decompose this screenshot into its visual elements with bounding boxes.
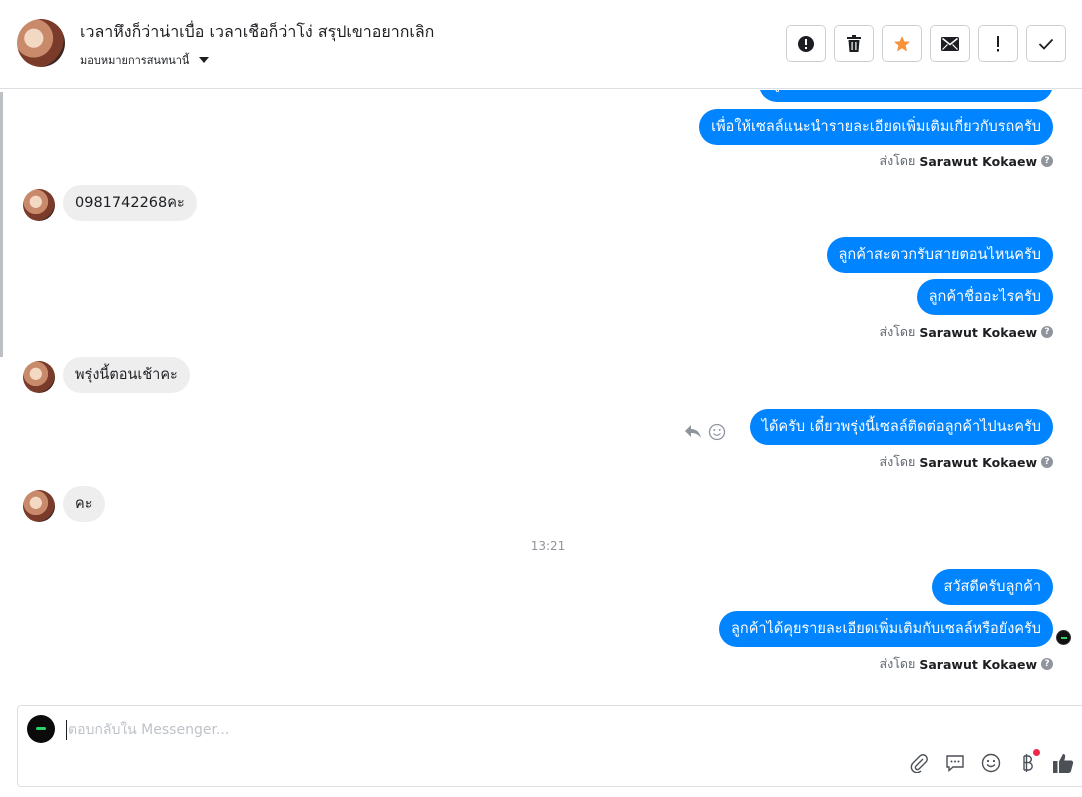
sent-by-prefix: ส่งโดย: [879, 153, 916, 168]
assign-conversation-dropdown[interactable]: มอบหมายการสนทนานี้: [80, 51, 210, 69]
conversation-toolbar: [786, 25, 1066, 62]
payment-button[interactable]: [1016, 749, 1040, 774]
sent-by-prefix: ส่งโดย: [879, 454, 916, 469]
sent-by-prefix: ส่งโดย: [879, 656, 916, 671]
sender-name: Sarawut Kokaew: [919, 454, 1037, 470]
spam-button[interactable]: [786, 25, 826, 62]
saved-reply-icon: [946, 755, 964, 773]
help-icon[interactable]: ?: [1041, 658, 1053, 670]
like-icon: [1053, 754, 1074, 773]
message-bubble-outgoing[interactable]: ลูกค้าชื่ออะไรครับ: [916, 279, 1053, 315]
sent-by-label: ส่งโดย Sarawut Kokaew ?: [879, 452, 1053, 472]
notification-dot: [1033, 749, 1040, 756]
conversation-title: เวลาหึงก็ว่าน่าเบื่อ เวลาเชือก็ว่าโง่ สร…: [80, 22, 435, 41]
sender-name: Sarawut Kokaew: [919, 153, 1037, 169]
mark-unread-button[interactable]: [930, 25, 970, 62]
react-emoji-icon[interactable]: [708, 423, 726, 441]
message-bubble-incoming[interactable]: 0981742268คะ: [63, 185, 197, 221]
trash-icon: [847, 34, 861, 52]
alert-icon: [798, 35, 814, 52]
page-avatar: [27, 715, 55, 743]
done-button[interactable]: [1026, 25, 1066, 62]
conversation-header: เวลาหึงก็ว่าน่าเบื่อ เวลาเชือก็ว่าโง่ สร…: [0, 0, 1082, 89]
attach-button[interactable]: [908, 752, 930, 774]
contact-avatar-small: [23, 490, 55, 522]
message-thread[interactable]: ลูกค้าสะดวกให้เซลล์ติดต่อกลับทางไหนครับ …: [0, 90, 1082, 702]
sent-by-label: ส่งโดย Sarawut Kokaew ?: [879, 322, 1053, 342]
message-actions: [684, 423, 726, 441]
delete-button[interactable]: [834, 25, 874, 62]
emoji-icon: [981, 753, 1001, 773]
time-separator: 13:21: [530, 539, 566, 553]
attach-icon: [910, 754, 928, 773]
sent-by-label: ส่งโดย Sarawut Kokaew ?: [879, 151, 1053, 171]
message-bubble-outgoing[interactable]: ลูกค้าสะดวกให้เซลล์ติดต่อกลับทางไหนครับ: [759, 90, 1053, 102]
message-bubble-incoming[interactable]: คะ: [63, 486, 105, 522]
sender-name: Sarawut Kokaew: [919, 656, 1037, 672]
messenger-inbox: เวลาหึงก็ว่าน่าเบื่อ เวลาเชือก็ว่าโง่ สร…: [0, 0, 1082, 797]
contact-avatar-small: [23, 189, 55, 221]
caret-down-icon: [199, 57, 210, 63]
contact-avatar-small: [23, 361, 55, 393]
sent-by-prefix: ส่งโดย: [879, 324, 916, 339]
exclamation-icon: [997, 35, 999, 51]
help-icon[interactable]: ?: [1041, 456, 1053, 468]
payment-icon: [1023, 754, 1033, 772]
like-button[interactable]: [1052, 752, 1074, 774]
reply-icon[interactable]: [684, 424, 702, 440]
reply-input[interactable]: [66, 720, 966, 740]
message-bubble-outgoing[interactable]: ลูกค้าได้คุยรายละเอียดเพิ่มเติมกับเซลล์ห…: [719, 611, 1053, 647]
assign-label: มอบหมายการสนทนานี้: [80, 54, 190, 67]
message-bubble-outgoing[interactable]: สวัสดีครับลูกค้า: [931, 569, 1053, 605]
sender-name: Sarawut Kokaew: [919, 324, 1037, 340]
message-bubble-incoming[interactable]: พรุ่งนี้ตอนเช้าคะ: [63, 357, 190, 393]
emoji-button[interactable]: [980, 752, 1002, 774]
follow-up-button[interactable]: [978, 25, 1018, 62]
mail-icon: [941, 36, 959, 51]
composer-tools: [908, 749, 1074, 774]
star-icon: [894, 35, 910, 51]
help-icon[interactable]: ?: [1041, 326, 1053, 338]
message-bubble-outgoing[interactable]: เพื่อให้เซลล์แนะนำรายละเอียดเพิ่มเติมเกี…: [699, 109, 1053, 145]
saved-reply-button[interactable]: [944, 752, 966, 774]
help-icon[interactable]: ?: [1041, 155, 1053, 167]
reply-composer: [17, 705, 1082, 787]
message-bubble-outgoing[interactable]: ลูกค้าสะดวกรับสายตอนไหนครับ: [826, 237, 1053, 273]
contact-avatar[interactable]: [17, 19, 65, 67]
message-bubble-outgoing[interactable]: ได้ครับ เดี๋ยวพรุ่งนี้เซลล์ติดต่อลูกค้าไ…: [749, 409, 1053, 445]
check-icon: [1038, 38, 1054, 50]
star-button[interactable]: [882, 25, 922, 62]
seen-indicator-avatar: [1056, 630, 1071, 645]
sent-by-label: ส่งโดย Sarawut Kokaew ?: [879, 654, 1053, 674]
